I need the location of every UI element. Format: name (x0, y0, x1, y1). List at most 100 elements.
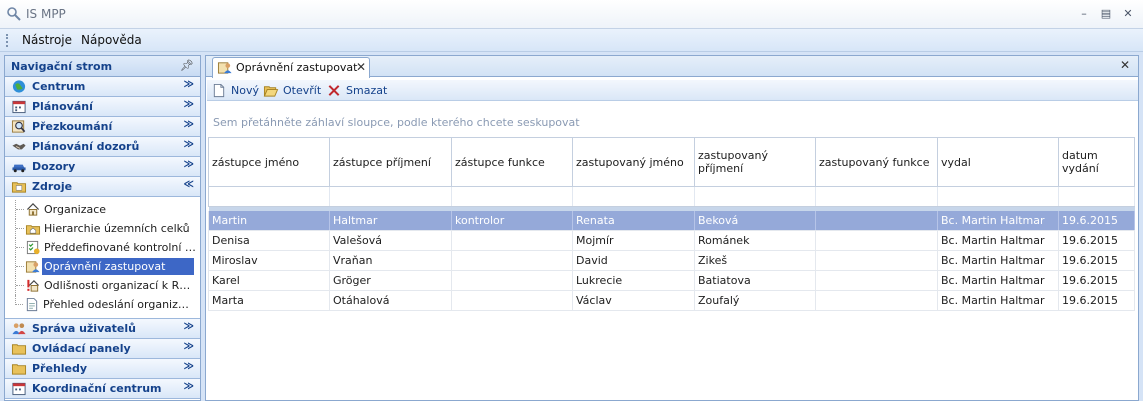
tree-item-prehled-odeslani[interactable]: Přehled odeslání organizací ... (15, 295, 200, 314)
table-row[interactable]: Martin Haltmar kontrolor Renata Beková Bc. Ma… (208, 210, 1135, 231)
tab-close-icon[interactable]: ✕ (356, 60, 366, 74)
table-cell: Denisa (208, 230, 330, 251)
filter-cell[interactable] (1058, 186, 1135, 207)
tree-item-preddefinovane[interactable]: Předdefinované kontrolní s... (15, 238, 200, 257)
filter-cell[interactable] (208, 186, 330, 207)
tree-item-organizace[interactable]: Organizace (15, 200, 200, 219)
column-header[interactable]: zastupovaný jméno (572, 137, 695, 187)
table-cell: Batiatova (694, 270, 816, 291)
person-doc-icon (25, 261, 40, 273)
table-cell: Zikeš (694, 250, 816, 271)
title-bar: IS MPP – ▤ ✕ (0, 0, 1143, 29)
table-cell: Zoufalý (694, 290, 816, 311)
menu-item-nastroje[interactable]: Nástroje (22, 33, 72, 47)
nav-group-prehledy[interactable]: Přehledy ≫ (5, 359, 200, 379)
filter-cell[interactable] (572, 186, 695, 207)
navigation-panel-title: Navigační strom (11, 60, 113, 73)
nav-group-planovani-dozoru[interactable]: Plánování dozorů ≫ (5, 137, 200, 157)
tab-label: Oprávnění zastupovat (236, 61, 358, 74)
filter-cell[interactable] (451, 186, 573, 207)
nav-group-centrum[interactable]: Centrum ≫ (5, 77, 200, 97)
nav-group-koordinacni-centrum[interactable]: Koordinační centrum ≫ (5, 379, 200, 399)
table-cell: kontrolor (451, 210, 573, 231)
navigation-panel-header: Navigační strom 📌︎ (5, 56, 200, 77)
table-cell: Beková (694, 210, 816, 231)
group-by-panel[interactable]: Sem přetáhněte záhlaví sloupce, podle kt… (207, 102, 1138, 136)
close-button[interactable]: ✕ (1119, 5, 1137, 23)
calendar-icon (12, 100, 26, 114)
table-cell (451, 250, 573, 271)
chevron-down-icon: ≫ (183, 159, 194, 170)
pin-icon[interactable]: 📌︎ (180, 59, 194, 72)
group-by-hint: Sem přetáhněte záhlaví sloupce, podle kt… (213, 116, 580, 129)
table-cell: Miroslav (208, 250, 330, 271)
new-button-label: Nový (231, 84, 259, 97)
table-cell (815, 230, 938, 251)
nav-group-zdroje[interactable]: Zdroje ≪ (5, 177, 200, 197)
toolbar-grip[interactable] (6, 34, 8, 47)
close-document-icon[interactable]: ✕ (1120, 58, 1130, 72)
table-row[interactable]: Denisa Valešová Mojmír Románek Bc. Martin Ha… (208, 230, 1135, 251)
tree-item-label: Přehled odeslání organizací ... (43, 298, 195, 311)
table-cell (815, 290, 938, 311)
table-cell: Bc. Martin Haltmar (937, 270, 1059, 291)
minimize-button[interactable]: – (1075, 5, 1093, 23)
tree-item-hierarchie[interactable]: Hierarchie územních celků (15, 219, 200, 238)
document-icon (26, 297, 38, 312)
nav-group-label: Dozory (32, 160, 76, 173)
nav-group-label: Ovládací panely (32, 342, 131, 355)
filter-cell[interactable] (815, 186, 938, 207)
table-cell: 19.6.2015 (1058, 270, 1135, 291)
table-row[interactable]: Miroslav Vraňan David Zikeš Bc. Martin Haltm… (208, 250, 1135, 271)
table-cell: Bc. Martin Haltmar (937, 230, 1059, 251)
nav-group-prezkoumani[interactable]: Přezkoumání ≫ (5, 117, 200, 137)
column-header[interactable]: zástupce funkce (451, 137, 573, 187)
column-header[interactable]: vydal (937, 137, 1059, 187)
filter-cell[interactable] (694, 186, 816, 207)
filter-cell[interactable] (329, 186, 452, 207)
column-header[interactable]: zástupce jméno (208, 137, 330, 187)
nav-group-dozory[interactable]: Dozory ≫ (5, 157, 200, 177)
chevron-down-icon: ≫ (183, 361, 194, 372)
chevron-down-icon: ≫ (183, 79, 194, 90)
table-cell: Bc. Martin Haltmar (937, 250, 1059, 271)
table-cell: Otáhalová (329, 290, 452, 311)
nav-group-label: Plánování (32, 100, 93, 113)
maximize-button[interactable]: ▤ (1097, 5, 1115, 23)
table-cell: Vraňan (329, 250, 452, 271)
checklist-icon (26, 240, 40, 255)
globe-icon (12, 80, 26, 93)
nav-group-label: Plánování dozorů (32, 140, 140, 153)
tab-opravneni-zastupovat[interactable]: Oprávnění zastupovat ✕ (212, 57, 370, 78)
table-cell (451, 270, 573, 291)
nav-group-sprava-uzivatelu[interactable]: Správa uživatelů ≫ (5, 319, 200, 339)
nav-group-label: Přehledy (32, 362, 88, 375)
nav-group-label: Zdroje (32, 180, 73, 193)
nav-group-ovladaci-panely[interactable]: Ovládací panely ≫ (5, 339, 200, 359)
table-cell: Mojmír (572, 230, 695, 251)
filter-cell[interactable] (937, 186, 1059, 207)
users-icon (12, 323, 26, 335)
column-header[interactable]: zastupovaný funkce (815, 137, 938, 187)
table-cell (451, 290, 573, 311)
column-header[interactable]: zástupce příjmení (329, 137, 452, 187)
chevron-down-icon: ≫ (183, 381, 194, 392)
column-header[interactable]: zastupovaný příjmení (694, 137, 816, 187)
table-row[interactable]: Marta Otáhalová Václav Zoufalý Bc. Martin Ha… (208, 290, 1135, 311)
column-header[interactable]: datum vydání (1058, 137, 1135, 187)
menu-item-napoveda[interactable]: Nápověda (81, 33, 142, 47)
tree-item-odlisnosti[interactable]: Odlišnosti organizací k RÚIAN (15, 276, 200, 295)
nav-group-planovani[interactable]: Plánování ≫ (5, 97, 200, 117)
calendar-icon (12, 382, 26, 396)
handshake-icon (12, 143, 26, 150)
house-icon (26, 203, 40, 216)
table-cell: 19.6.2015 (1058, 250, 1135, 271)
warning-house-icon (27, 279, 40, 292)
tree-item-opravneni-zastupovat[interactable]: Oprávnění zastupovat (15, 257, 200, 276)
folder-house-icon (25, 225, 41, 235)
folder-icon (11, 364, 27, 375)
table-row[interactable]: Karel Gröger Lukrecie Batiatova Bc. Martin H… (208, 270, 1135, 291)
table-cell: Václav (572, 290, 695, 311)
table-cell: David (572, 250, 695, 271)
open-button-label: Otevřít (283, 84, 322, 97)
